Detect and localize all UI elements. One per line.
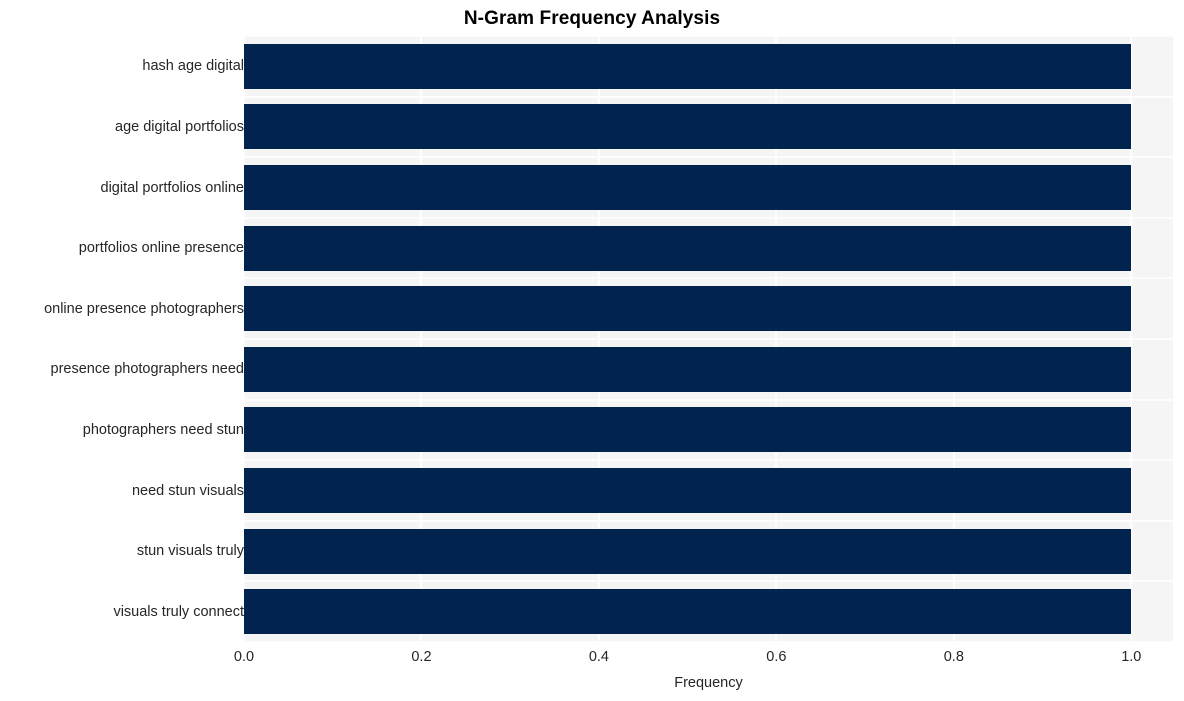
horizontal-gridline — [244, 156, 1173, 159]
horizontal-gridline — [244, 216, 1173, 219]
bar — [244, 407, 1132, 453]
horizontal-gridline — [244, 338, 1173, 340]
y-axis-tick-label: age digital portfolios — [115, 118, 244, 135]
x-axis-tick-label: 0.4 — [588, 649, 609, 665]
y-axis-tick-label: stun visuals truly — [136, 543, 244, 560]
y-axis-tick-label: need stun visuals — [131, 482, 244, 499]
y-axis-tick-label: online presence photographers — [44, 300, 244, 317]
x-axis-tick-labels: 0.0 0.2 0.4 0.6 0.8 1.0 — [0, 648, 1184, 672]
x-axis-tick-label: 0.8 — [943, 649, 964, 665]
x-axis-tick-label: 0.6 — [766, 649, 787, 665]
chart-figure: N-Gram Frequency Analysis hash age digit… — [0, 0, 1184, 701]
y-axis-tick-label: presence photographers need — [50, 361, 244, 378]
x-axis-tick-label: 1.0 — [1121, 649, 1142, 665]
horizontal-gridline — [244, 580, 1173, 583]
bar — [244, 225, 1132, 271]
horizontal-gridline — [244, 36, 1173, 37]
bar — [244, 286, 1132, 332]
y-axis-tick-label: digital portfolios online — [100, 179, 244, 196]
y-axis-tick-label: visuals truly connect — [113, 603, 244, 620]
horizontal-gridline — [244, 641, 1173, 642]
y-axis-tick-label: hash age digital — [142, 58, 244, 75]
x-axis-tick-label: 0.2 — [411, 649, 432, 665]
bar — [244, 104, 1132, 150]
x-axis-label: Frequency — [674, 675, 743, 691]
horizontal-gridline — [244, 519, 1173, 522]
bar — [244, 43, 1132, 89]
bar — [244, 165, 1132, 210]
plot-area — [244, 36, 1173, 642]
horizontal-gridline — [244, 459, 1173, 462]
bar — [244, 468, 1132, 513]
chart-title: N-Gram Frequency Analysis — [463, 8, 721, 29]
horizontal-gridline — [244, 398, 1173, 401]
y-axis-tick-label: photographers need stun — [82, 421, 244, 438]
bar — [244, 346, 1132, 392]
y-axis-tick-labels: hash age digital age digital portfolios di… — [0, 36, 244, 642]
horizontal-gridline — [244, 277, 1173, 280]
horizontal-gridline — [244, 95, 1173, 98]
x-axis-tick-label: 0.0 — [233, 649, 255, 665]
bar — [244, 589, 1132, 635]
bar — [244, 528, 1132, 574]
y-axis-tick-label: portfolios online presence — [78, 240, 244, 257]
